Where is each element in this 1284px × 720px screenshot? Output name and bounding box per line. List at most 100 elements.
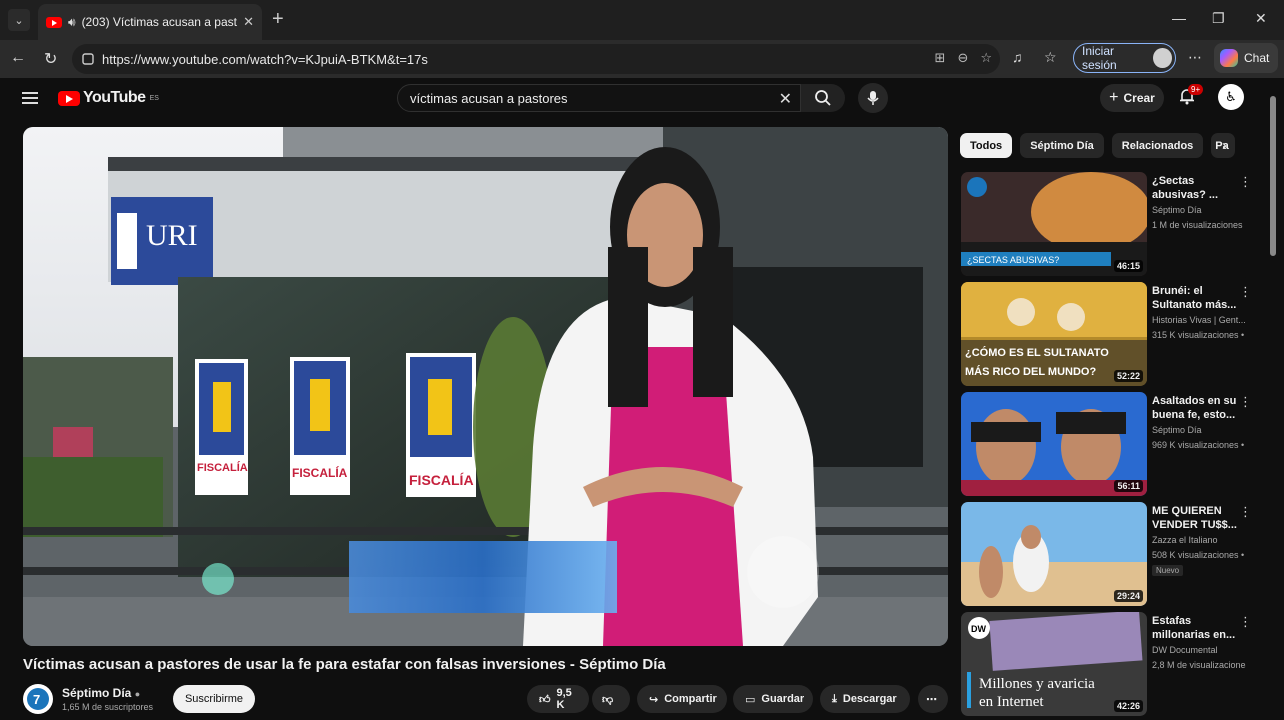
youtube-favicon-icon xyxy=(46,16,62,28)
recommendation-channel: Séptimo Día xyxy=(1152,205,1202,215)
chat-label: Chat xyxy=(1244,51,1270,65)
sign-fiscalia-text-1: FISCALÍA xyxy=(197,461,248,474)
notification-badge: 9+ xyxy=(1188,84,1204,95)
share-button[interactable]: ↪ Compartir xyxy=(637,685,727,713)
clear-search-icon[interactable]: ✕ xyxy=(779,89,792,109)
save-button[interactable]: ▭ Guardar xyxy=(733,685,813,713)
zoom-icon[interactable]: ⊖ xyxy=(957,50,968,66)
more-vert-icon[interactable]: ⋮ xyxy=(1239,614,1252,630)
favorites-icon[interactable]: ☆ xyxy=(1044,49,1057,66)
search-icon xyxy=(815,90,831,106)
plus-icon: + xyxy=(1109,89,1119,106)
create-button[interactable]: + Crear xyxy=(1100,84,1164,112)
chip-septimo-dia[interactable]: Séptimo Día xyxy=(1020,133,1104,158)
back-icon[interactable]: ← xyxy=(10,49,26,67)
recommendation-item[interactable]: ¿CÓMO ES EL SULTANATO MÁS RICO DEL MUNDO?… xyxy=(961,282,1261,386)
new-badge: Nuevo xyxy=(1152,565,1184,576)
recommendation-channel: Séptimo Día xyxy=(1152,425,1202,435)
close-window-icon[interactable]: ✕ xyxy=(1255,10,1267,27)
media-control-icon[interactable]: ♫ xyxy=(1012,49,1023,65)
profile-avatar-icon xyxy=(1153,48,1172,68)
tab-close-icon[interactable]: ✕ xyxy=(243,14,254,30)
favorite-star-icon[interactable]: ☆ xyxy=(980,50,992,66)
minimize-icon[interactable]: — xyxy=(1172,10,1186,26)
more-actions-button[interactable]: ⋯ xyxy=(918,685,948,713)
tab-actions-menu[interactable]: ⌄ xyxy=(8,9,30,31)
signin-button[interactable]: Iniciar sesión xyxy=(1073,43,1176,73)
channel-avatar[interactable]: 7 xyxy=(23,684,53,714)
youtube-logo[interactable]: YouTube ES xyxy=(58,89,159,107)
sign-uri-text: URI xyxy=(146,219,198,252)
recommendation-thumbnail[interactable]: ¿CÓMO ES EL SULTANATO MÁS RICO DEL MUNDO?… xyxy=(961,282,1147,386)
page-scrollbar[interactable] xyxy=(1270,96,1276,256)
dislike-button[interactable]: 👎︎ xyxy=(592,685,630,713)
duration-badge: 46:15 xyxy=(1113,260,1143,272)
browser-tab-bar: ⌄ 🔊︎ (203) Víctimas acusan a pastores ✕ … xyxy=(0,0,1284,40)
menu-icon[interactable] xyxy=(22,92,38,104)
recommendation-views: 2,8 M de visualizaciones xyxy=(1152,660,1246,670)
recommendation-views: 508 K visualizaciones • xyxy=(1152,550,1245,560)
recommendation-channel: Zazza el Italiano xyxy=(1152,535,1218,545)
channel-logo-icon: 7 xyxy=(27,688,49,710)
chip-relacionados[interactable]: Relacionados xyxy=(1111,133,1204,158)
recommendation-channel: DW Documental xyxy=(1152,645,1218,655)
more-vert-icon[interactable]: ⋮ xyxy=(1239,284,1252,300)
recommendation-item[interactable]: 56:11 Asaltados en su buena fe, esto... … xyxy=(961,392,1261,496)
account-avatar[interactable]: ♿︎ xyxy=(1218,84,1244,110)
video-player[interactable]: URI FISCALÍA FISCALÍA FISCALÍA xyxy=(23,127,948,646)
search-input[interactable]: víctimas acusan a pastores ✕ xyxy=(397,84,801,112)
duration-badge: 52:22 xyxy=(1113,370,1143,382)
recommendation-title: ME QUIEREN VENDER TU$$... xyxy=(1152,505,1237,531)
copilot-icon xyxy=(1220,49,1238,67)
more-options-icon[interactable]: ⋯ xyxy=(1188,49,1202,66)
new-tab-button[interactable]: + xyxy=(272,9,284,29)
speaker-icon[interactable]: 🔊︎ xyxy=(68,15,76,30)
chips-next-icon[interactable]: › xyxy=(1222,137,1227,154)
channel-subscribers: 1,65 M de suscriptores xyxy=(62,702,154,712)
microphone-icon xyxy=(867,91,879,105)
copilot-chat-button[interactable]: Chat xyxy=(1214,43,1278,73)
search-button[interactable] xyxy=(801,84,845,112)
svg-text:en Internet: en Internet xyxy=(979,694,1044,710)
download-icon: ⤓ xyxy=(832,692,837,705)
recommendation-views: 315 K visualizaciones • xyxy=(1152,330,1245,340)
duration-badge: 29:24 xyxy=(1113,590,1143,602)
svg-text:Millones y avaricia: Millones y avaricia xyxy=(979,676,1095,692)
recommendation-item[interactable]: DW Millones y avaricia en Internet 42:26 E… xyxy=(961,612,1261,716)
restore-icon[interactable]: ❐ xyxy=(1212,10,1225,27)
save-icon: ▭ xyxy=(745,693,756,706)
chip-todos[interactable]: Todos xyxy=(960,133,1013,158)
recommendation-title: Asaltados en su buena fe, esto... xyxy=(1152,395,1237,421)
more-vert-icon[interactable]: ⋮ xyxy=(1239,394,1252,410)
youtube-play-icon xyxy=(58,90,80,106)
site-info-icon[interactable] xyxy=(82,53,94,65)
channel-name[interactable]: Séptimo Día ● xyxy=(62,686,140,700)
duration-badge: 42:26 xyxy=(1113,700,1143,712)
more-vert-icon[interactable]: ⋮ xyxy=(1239,174,1252,190)
url-text: https://www.youtube.com/watch?v=KJpuiA-B… xyxy=(102,51,428,67)
svg-text:7: 7 xyxy=(33,692,40,707)
tab-title: (203) Víctimas acusan a pastores xyxy=(81,15,238,29)
app-available-icon[interactable]: ⊞ xyxy=(935,50,946,66)
recommendation-thumbnail[interactable]: 29:24 xyxy=(961,502,1147,606)
recommendation-thumbnail[interactable]: ¿SECTAS ABUSIVAS? 46:15 xyxy=(961,172,1147,276)
download-button[interactable]: ⤓ Descargar xyxy=(820,685,910,713)
subscribe-button[interactable]: Suscribirme xyxy=(173,685,255,713)
svg-text:DW: DW xyxy=(971,624,986,634)
url-field[interactable]: https://www.youtube.com/watch?v=KJpuiA-B… xyxy=(72,44,1000,74)
sign-fiscalia-text-3: FISCALÍA xyxy=(409,472,474,488)
like-count: 9,5 K xyxy=(556,687,572,711)
browser-tab-active[interactable]: 🔊︎ (203) Víctimas acusan a pastores ✕ xyxy=(38,4,262,40)
share-icon: ↪ xyxy=(649,693,659,706)
voice-search-button[interactable] xyxy=(858,83,888,113)
like-button[interactable]: 👍︎ 9,5 K xyxy=(527,685,589,713)
youtube-header: YouTube ES víctimas acusan a pastores ✕ … xyxy=(0,78,1284,118)
recommendation-item[interactable]: 29:24 ME QUIEREN VENDER TU$$... Zazza el… xyxy=(961,502,1261,606)
recommendation-thumbnail[interactable]: 56:11 xyxy=(961,392,1147,496)
recommendation-views: 969 K visualizaciones • xyxy=(1152,440,1245,450)
more-vert-icon[interactable]: ⋮ xyxy=(1239,504,1252,520)
logo-text: YouTube xyxy=(83,89,146,106)
recommendation-thumbnail[interactable]: DW Millones y avaricia en Internet 42:26 xyxy=(961,612,1147,716)
reload-icon[interactable]: ↻ xyxy=(44,49,57,69)
recommendation-item[interactable]: ¿SECTAS ABUSIVAS? 46:15 ¿Sectas abusivas… xyxy=(961,172,1261,276)
